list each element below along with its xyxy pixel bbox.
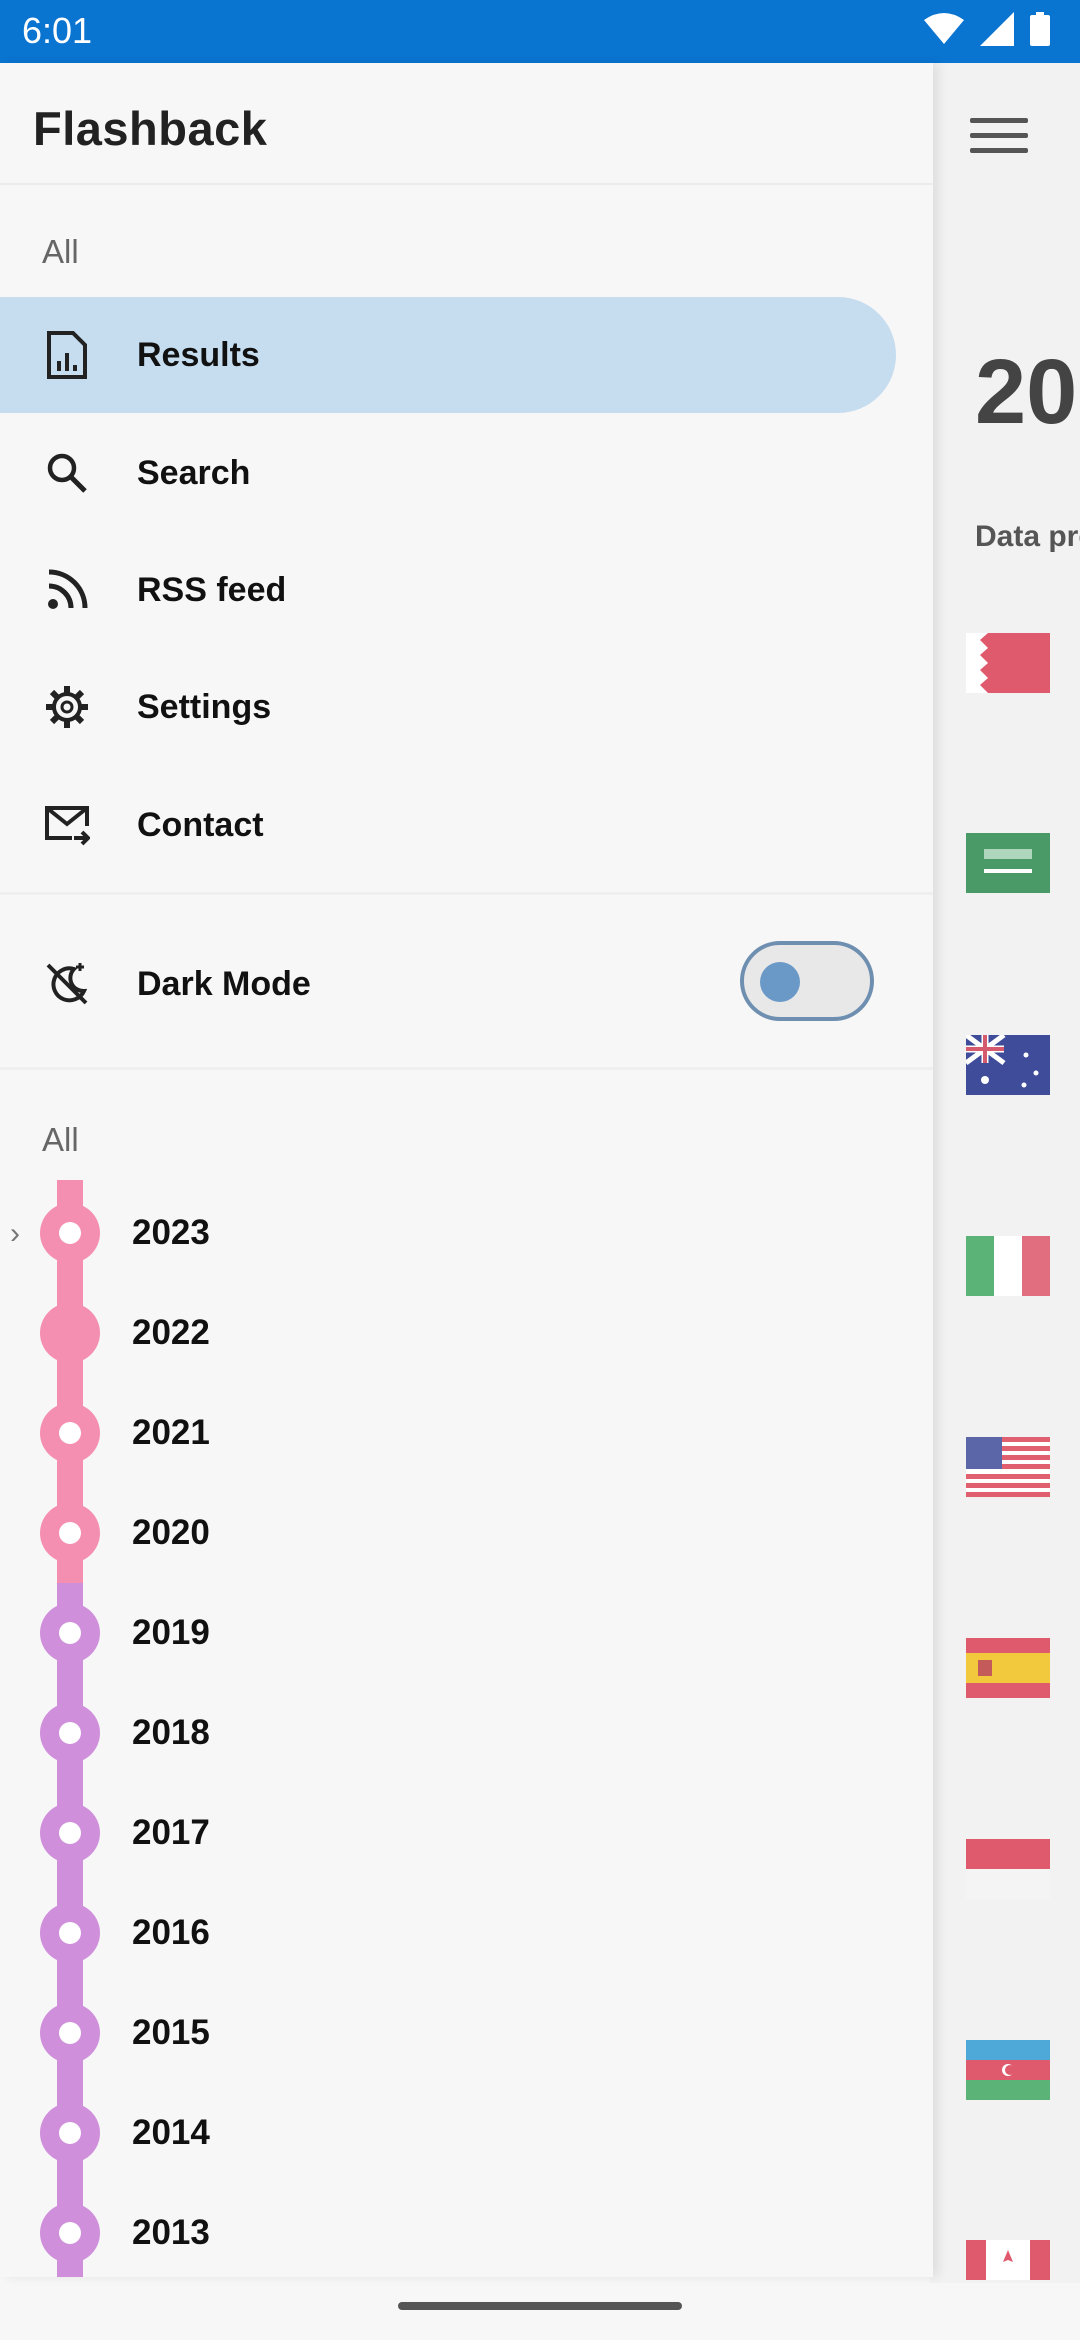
timeline-dot [40, 2103, 100, 2163]
year-item-2014[interactable]: 2014 [0, 2083, 900, 2183]
flag-australia-icon[interactable] [966, 1035, 1050, 1095]
mail-icon [42, 800, 92, 850]
chevron-right-icon: › [10, 1217, 20, 1250]
app-title: Flashback [33, 102, 268, 155]
search-icon [42, 448, 92, 498]
drawer-header: Flashback [0, 63, 933, 185]
year-item-2015[interactable]: 2015 [0, 1983, 900, 2083]
year-label: 2014 [132, 2113, 210, 2152]
year-item-2013[interactable]: 2013 [0, 2183, 900, 2277]
year-label: 2019 [132, 1613, 210, 1652]
year-label: 2013 [132, 2213, 210, 2252]
nav-label-search: Search [137, 453, 251, 492]
timeline-dot [40, 2003, 100, 2063]
nav-item-contact[interactable]: Contact [0, 767, 896, 883]
nav-label-rss-feed: RSS feed [137, 570, 287, 609]
year-label: 2016 [132, 1913, 210, 1952]
dark-mode-toggle[interactable] [740, 941, 874, 1021]
flag-indonesia-icon[interactable] [966, 1839, 1050, 1899]
nav-item-rss-feed[interactable]: RSS feed [0, 532, 896, 648]
flag-italy-icon[interactable] [966, 1236, 1050, 1296]
timeline-dot [40, 1303, 100, 1363]
results-report-icon [42, 330, 92, 380]
flag-bahrain-icon[interactable] [966, 633, 1050, 693]
rss-icon [42, 565, 92, 615]
year-label: 2023 [132, 1213, 210, 1252]
timeline-dot [40, 1803, 100, 1863]
divider [0, 1067, 933, 1070]
nav-label-contact: Contact [137, 805, 264, 844]
flag-usa-icon[interactable] [966, 1437, 1050, 1497]
year-label: 2017 [132, 1813, 210, 1852]
gear-icon [42, 682, 92, 732]
status-bar: 6:01 [0, 0, 1080, 63]
status-time: 6:01 [22, 10, 93, 51]
timeline-dot [40, 1603, 100, 1663]
section-label-all-years: All [42, 1121, 79, 1158]
year-label: 2022 [132, 1313, 210, 1352]
year-item-2022[interactable]: 2022 [0, 1283, 900, 1383]
flag-spain-icon[interactable] [966, 1638, 1050, 1698]
flag-canada-icon[interactable] [966, 2240, 1050, 2300]
timeline-dot [40, 1903, 100, 1963]
dark-mode-off-icon [42, 959, 92, 1009]
timeline-dot [40, 1703, 100, 1763]
dark-mode-label: Dark Mode [137, 964, 311, 1003]
year-label: 2018 [132, 1713, 210, 1752]
year-item-2020[interactable]: 2020 [0, 1483, 900, 1583]
gesture-navigation-bar[interactable] [398, 2302, 682, 2310]
nav-item-results[interactable]: Results [0, 297, 896, 413]
year-item-2017[interactable]: 2017 [0, 1783, 900, 1883]
timeline-dot [40, 1403, 100, 1463]
year-label: 2021 [132, 1413, 210, 1452]
nav-item-search[interactable]: Search [0, 415, 896, 531]
hamburger-menu-icon[interactable] [970, 118, 1028, 158]
flag-saudi-arabia-icon[interactable] [966, 833, 1050, 893]
toggle-knob [760, 962, 800, 1002]
main-subtitle: Data pro [975, 520, 1080, 553]
year-item-2019[interactable]: 2019 [0, 1583, 900, 1683]
nav-label-settings: Settings [137, 687, 272, 726]
nav-item-settings[interactable]: Settings [0, 649, 896, 765]
flag-azerbaijan-icon[interactable] [966, 2040, 1050, 2100]
navigation-drawer: Flashback All Results Search RSS feed Se… [0, 63, 933, 2277]
section-label-all: All [42, 233, 79, 270]
year-item-2023[interactable]: › 2023 [0, 1183, 900, 1283]
wifi-icon [924, 13, 964, 44]
main-year-heading: 20 [975, 341, 1078, 443]
battery-icon [1030, 12, 1050, 46]
nav-label-results: Results [137, 335, 260, 374]
timeline-dot [40, 1503, 100, 1563]
year-item-2018[interactable]: 2018 [0, 1683, 900, 1783]
year-item-2021[interactable]: 2021 [0, 1383, 900, 1483]
year-item-2016[interactable]: 2016 [0, 1883, 900, 1983]
year-label: 2020 [132, 1513, 210, 1552]
divider [0, 892, 933, 895]
timeline-dot [40, 2203, 100, 2263]
year-label: 2015 [132, 2013, 210, 2052]
signal-icon [980, 12, 1014, 46]
timeline-dot [40, 1203, 100, 1263]
